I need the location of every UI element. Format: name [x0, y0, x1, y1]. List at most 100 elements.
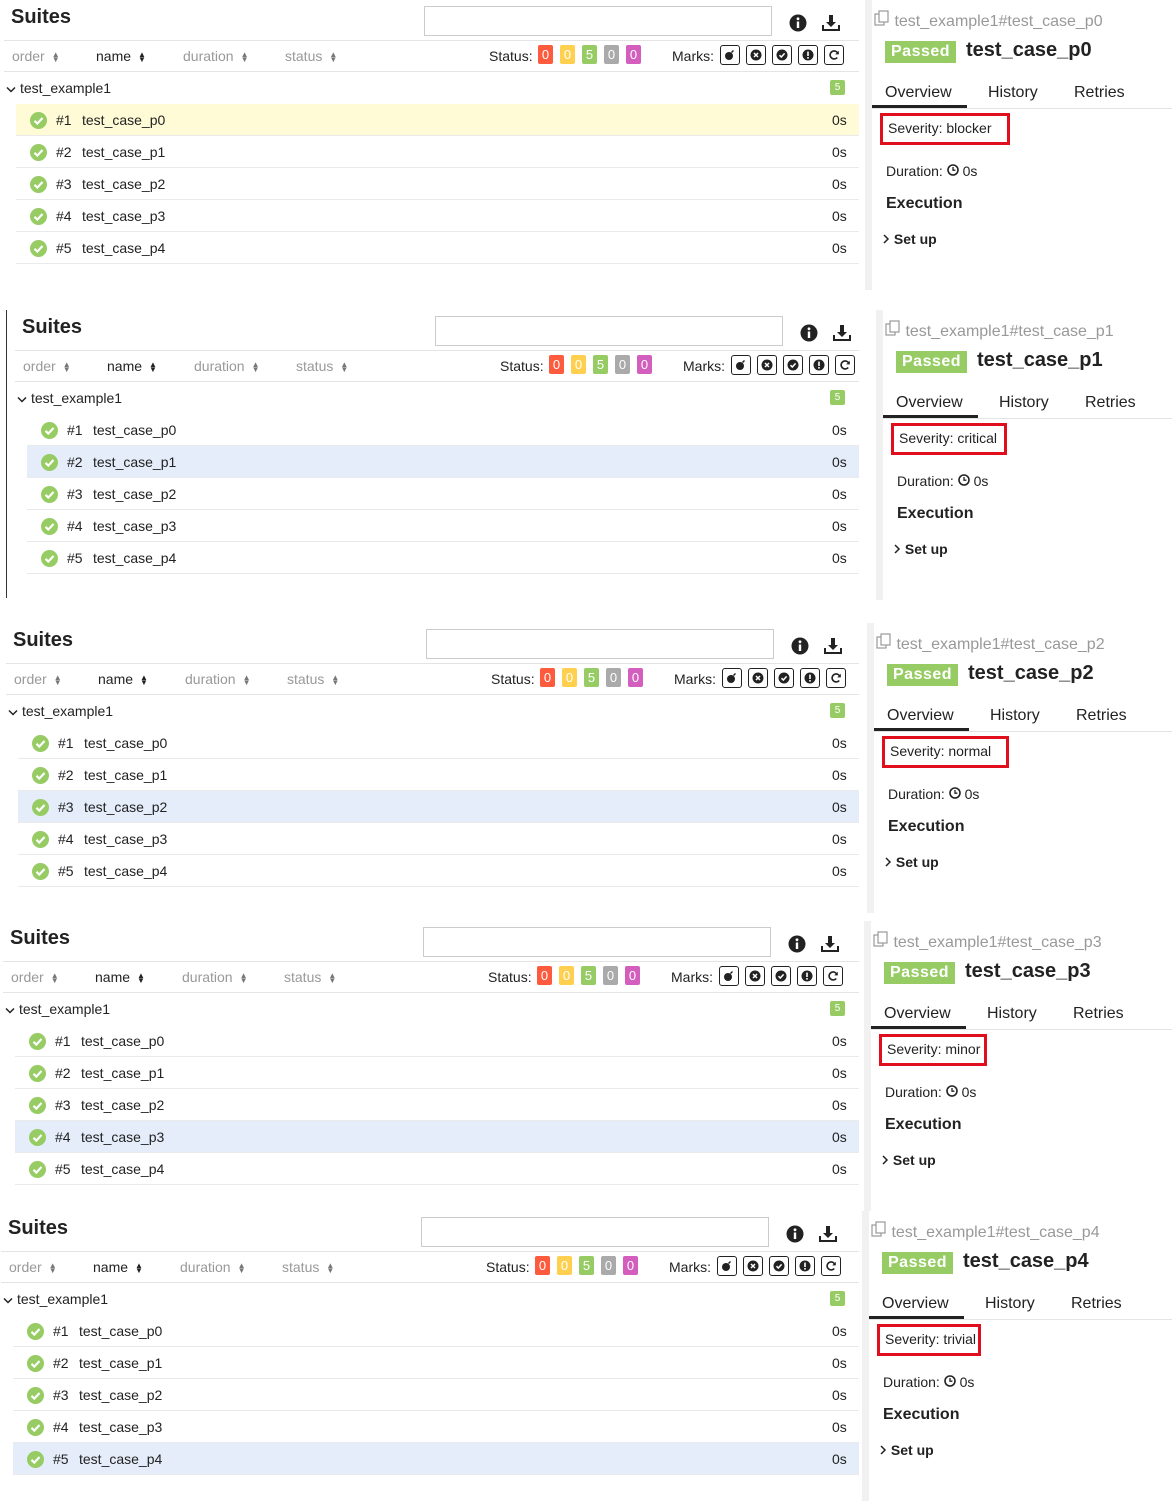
tab-retries[interactable]: Retries	[1073, 1005, 1124, 1023]
tab-retries[interactable]: Retries	[1076, 707, 1127, 725]
copy-icon[interactable]	[873, 931, 889, 951]
sort-order[interactable]: order ▲ ▼	[11, 969, 59, 985]
sort-name[interactable]: name ▲ ▼	[98, 671, 148, 687]
times-circle-icon[interactable]	[745, 966, 765, 986]
status-filter-count[interactable]: 0	[604, 45, 619, 64]
suite-group[interactable]: test_example1 5	[3, 1283, 858, 1315]
status-filter-count[interactable]: 0	[637, 355, 652, 374]
info-icon[interactable]	[786, 1225, 804, 1243]
tab-overview[interactable]: Overview	[896, 394, 963, 412]
check-circle-icon[interactable]	[772, 45, 792, 65]
tab-overview[interactable]: Overview	[882, 1295, 949, 1313]
bomb-icon[interactable]	[720, 45, 740, 65]
test-row[interactable]: #4 test_case_p3 0s	[16, 200, 859, 232]
status-filter-count[interactable]: 0	[557, 1256, 572, 1275]
sort-duration[interactable]: duration ▲ ▼	[180, 1259, 246, 1275]
suite-group[interactable]: test_example1 5	[6, 72, 858, 104]
sort-status[interactable]: status ▲ ▼	[282, 1259, 334, 1275]
setup-section[interactable]: Set up	[882, 231, 937, 247]
status-filter-count[interactable]: 0	[603, 966, 618, 985]
test-row[interactable]: #3 test_case_p2 0s	[16, 168, 859, 200]
test-row[interactable]: #3 test_case_p2 0s	[18, 791, 859, 823]
search-input[interactable]	[435, 316, 783, 346]
sort-order[interactable]: order ▲ ▼	[12, 48, 60, 64]
status-filter-count[interactable]: 0	[628, 668, 643, 687]
sort-order[interactable]: order ▲ ▼	[14, 671, 62, 687]
status-filter-count[interactable]: 5	[582, 45, 597, 64]
tab-overview[interactable]: Overview	[884, 1005, 951, 1023]
refresh-icon[interactable]	[835, 355, 855, 375]
test-row[interactable]: #2 test_case_p1 0s	[27, 446, 859, 478]
download-icon[interactable]	[823, 637, 842, 655]
sort-name[interactable]: name ▲ ▼	[93, 1259, 143, 1275]
status-filter-count[interactable]: 0	[549, 355, 564, 374]
refresh-icon[interactable]	[826, 668, 846, 688]
exclamation-circle-icon[interactable]	[800, 668, 820, 688]
bomb-icon[interactable]	[722, 668, 742, 688]
download-icon[interactable]	[818, 1225, 837, 1243]
times-circle-icon[interactable]	[743, 1256, 763, 1276]
test-row[interactable]: #3 test_case_p2 0s	[27, 478, 859, 510]
info-icon[interactable]	[791, 637, 809, 655]
tab-retries[interactable]: Retries	[1074, 84, 1125, 102]
status-filter-count[interactable]: 5	[579, 1256, 594, 1275]
check-circle-icon[interactable]	[774, 668, 794, 688]
status-filter-count[interactable]: 0	[540, 668, 555, 687]
sort-duration[interactable]: duration ▲ ▼	[183, 48, 249, 64]
test-row[interactable]: #1 test_case_p0 0s	[15, 1025, 859, 1057]
status-filter-count[interactable]: 0	[615, 355, 630, 374]
tab-retries[interactable]: Retries	[1071, 1295, 1122, 1313]
status-filter-count[interactable]: 0	[626, 45, 641, 64]
sort-duration[interactable]: duration ▲ ▼	[182, 969, 248, 985]
tab-retries[interactable]: Retries	[1085, 394, 1136, 412]
suite-group[interactable]: test_example1 5	[8, 695, 858, 727]
sort-name[interactable]: name ▲ ▼	[107, 358, 157, 374]
test-row[interactable]: #5 test_case_p4 0s	[15, 1153, 859, 1185]
test-row[interactable]: #1 test_case_p0 0s	[16, 104, 859, 136]
sort-order[interactable]: order ▲ ▼	[23, 358, 71, 374]
exclamation-circle-icon[interactable]	[797, 966, 817, 986]
info-icon[interactable]	[789, 14, 807, 32]
status-filter-count[interactable]: 5	[593, 355, 608, 374]
download-icon[interactable]	[820, 935, 839, 953]
bomb-icon[interactable]	[717, 1256, 737, 1276]
download-icon[interactable]	[832, 324, 851, 342]
setup-section[interactable]: Set up	[884, 854, 939, 870]
times-circle-icon[interactable]	[757, 355, 777, 375]
sort-order[interactable]: order ▲ ▼	[9, 1259, 57, 1275]
sort-status[interactable]: status ▲ ▼	[287, 671, 339, 687]
test-row[interactable]: #2 test_case_p1 0s	[16, 136, 859, 168]
status-filter-count[interactable]: 0	[535, 1256, 550, 1275]
bomb-icon[interactable]	[719, 966, 739, 986]
tab-history[interactable]: History	[988, 84, 1038, 102]
sort-status[interactable]: status ▲ ▼	[284, 969, 336, 985]
sort-name[interactable]: name ▲ ▼	[95, 969, 145, 985]
status-filter-count[interactable]: 0	[601, 1256, 616, 1275]
bomb-icon[interactable]	[731, 355, 751, 375]
sort-duration[interactable]: duration ▲ ▼	[185, 671, 251, 687]
test-row[interactable]: #1 test_case_p0 0s	[18, 727, 859, 759]
status-filter-count[interactable]: 0	[562, 668, 577, 687]
setup-section[interactable]: Set up	[893, 541, 948, 557]
suite-group[interactable]: test_example1 5	[5, 993, 858, 1025]
test-row[interactable]: #4 test_case_p3 0s	[15, 1121, 859, 1153]
exclamation-circle-icon[interactable]	[795, 1256, 815, 1276]
search-input[interactable]	[426, 629, 774, 659]
test-row[interactable]: #5 test_case_p4 0s	[16, 232, 859, 264]
status-filter-count[interactable]: 0	[560, 45, 575, 64]
test-row[interactable]: #4 test_case_p3 0s	[13, 1411, 859, 1443]
test-row[interactable]: #4 test_case_p3 0s	[27, 510, 859, 542]
status-filter-count[interactable]: 0	[571, 355, 586, 374]
sort-name[interactable]: name ▲ ▼	[96, 48, 146, 64]
exclamation-circle-icon[interactable]	[798, 45, 818, 65]
search-input[interactable]	[424, 6, 772, 36]
info-icon[interactable]	[800, 324, 818, 342]
tab-history[interactable]: History	[985, 1295, 1035, 1313]
copy-icon[interactable]	[876, 633, 892, 653]
copy-icon[interactable]	[885, 320, 901, 340]
refresh-icon[interactable]	[821, 1256, 841, 1276]
download-icon[interactable]	[821, 14, 840, 32]
status-filter-count[interactable]: 0	[559, 966, 574, 985]
refresh-icon[interactable]	[823, 966, 843, 986]
test-row[interactable]: #2 test_case_p1 0s	[18, 759, 859, 791]
